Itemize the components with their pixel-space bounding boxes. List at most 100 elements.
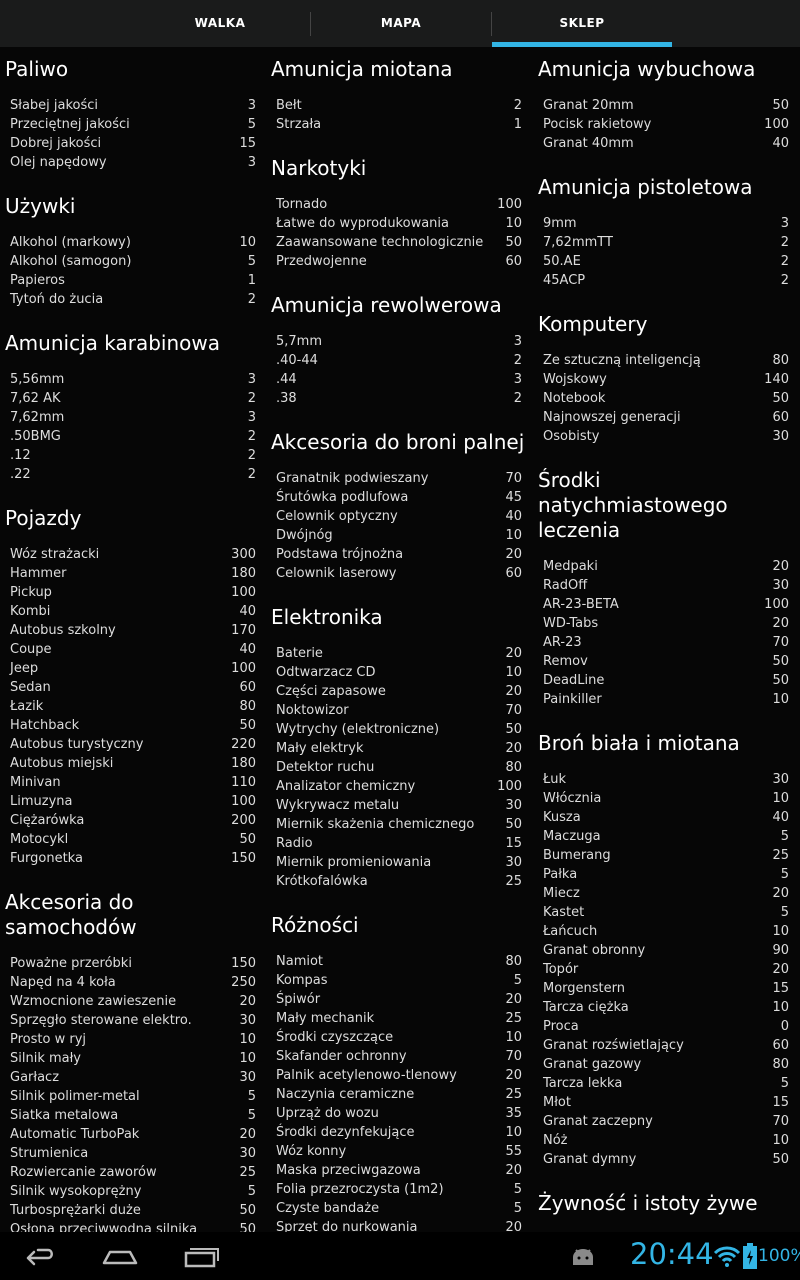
shop-item[interactable]: Sprzęt do nurkowania 20 xyxy=(266,1218,532,1232)
shop-item[interactable]: Najnowszej generacji 60 xyxy=(533,408,799,427)
shop-item[interactable]: Detektor ruchu 80 xyxy=(266,758,532,777)
shop-item[interactable]: Motocykl 50 xyxy=(0,830,266,849)
shop-item[interactable]: Minivan 110 xyxy=(0,773,266,792)
shop-item[interactable]: Prosto w ryj 10 xyxy=(0,1030,266,1049)
shop-item[interactable]: Kusza 40 xyxy=(533,808,799,827)
shop-item[interactable]: WD-Tabs 20 xyxy=(533,614,799,633)
shop-item[interactable]: Analizator chemiczny 100 xyxy=(266,777,532,796)
shop-item[interactable]: .40-44 2 xyxy=(266,351,532,370)
shop-item[interactable]: .12 2 xyxy=(0,446,266,465)
shop-item[interactable]: Odtwarzacz CD 10 xyxy=(266,663,532,682)
shop-item[interactable]: Śrutówka podlufowa 45 xyxy=(266,488,532,507)
shop-item[interactable]: Przeciętnej jakości 5 xyxy=(0,115,266,134)
shop-item[interactable]: Granat rozświetlający 60 xyxy=(533,1036,799,1055)
shop-item[interactable]: Olej napędowy 3 xyxy=(0,153,266,172)
shop-item[interactable]: Garłacz 30 xyxy=(0,1068,266,1087)
shop-item[interactable]: Łazik 80 xyxy=(0,697,266,716)
tab-walka[interactable]: WALKA xyxy=(130,0,310,47)
tab-mapa[interactable]: MAPA xyxy=(311,0,491,47)
shop-item[interactable]: Hatchback 50 xyxy=(0,716,266,735)
shop-item[interactable]: Granat 40mm 40 xyxy=(533,134,799,153)
shop-item[interactable]: Morgenstern 15 xyxy=(533,979,799,998)
shop-item[interactable]: Młot 15 xyxy=(533,1093,799,1112)
shop-item[interactable]: Pocisk rakietowy 100 xyxy=(533,115,799,134)
shop-item[interactable]: Napęd na 4 koła 250 xyxy=(0,973,266,992)
shop-item[interactable]: Jeep 100 xyxy=(0,659,266,678)
shop-item[interactable]: Siatka metalowa 5 xyxy=(0,1106,266,1125)
shop-item[interactable]: Ciężarówka 200 xyxy=(0,811,266,830)
status-area[interactable]: 20:44 100% xyxy=(560,1232,800,1280)
shop-item[interactable]: Miernik promieniowania 30 xyxy=(266,853,532,872)
shop-item[interactable]: Uprząż do wozu 35 xyxy=(266,1104,532,1123)
shop-item[interactable]: Słabej jakości 3 xyxy=(0,96,266,115)
shop-item[interactable]: Bełt 2 xyxy=(266,96,532,115)
shop-item[interactable]: 5,7mm 3 xyxy=(266,332,532,351)
shop-item[interactable]: Śpiwór 20 xyxy=(266,990,532,1009)
shop-item[interactable]: Łatwe do wyprodukowania 10 xyxy=(266,214,532,233)
shop-content[interactable]: Paliwo Słabej jakości 3 Przeciętnej jakości… xyxy=(0,47,800,1232)
shop-item[interactable]: Granat dymny 50 xyxy=(533,1150,799,1169)
shop-item[interactable]: Papieros 1 xyxy=(0,271,266,290)
shop-item[interactable]: Kombi 40 xyxy=(0,602,266,621)
shop-item[interactable]: Celownik optyczny 40 xyxy=(266,507,532,526)
shop-item[interactable]: .50BMG 2 xyxy=(0,427,266,446)
shop-item[interactable]: AR-23-BETA 100 xyxy=(533,595,799,614)
shop-item[interactable]: Łuk 30 xyxy=(533,770,799,789)
shop-item[interactable]: Tytoń do żucia 2 xyxy=(0,290,266,309)
recent-apps-button[interactable] xyxy=(160,1232,240,1280)
shop-item[interactable]: Pickup 100 xyxy=(0,583,266,602)
back-button[interactable] xyxy=(0,1232,80,1280)
shop-item[interactable]: Silnik mały 10 xyxy=(0,1049,266,1068)
shop-item[interactable]: DeadLine 50 xyxy=(533,671,799,690)
shop-item[interactable]: Furgonetka 150 xyxy=(0,849,266,868)
shop-item[interactable]: Łańcuch 10 xyxy=(533,922,799,941)
shop-item[interactable]: Granat 20mm 50 xyxy=(533,96,799,115)
shop-item[interactable]: 7,62mmTT 2 xyxy=(533,233,799,252)
shop-item[interactable]: .22 2 xyxy=(0,465,266,484)
shop-item[interactable]: 9mm 3 xyxy=(533,214,799,233)
shop-item[interactable]: Poważne przeróbki 150 xyxy=(0,954,266,973)
shop-item[interactable]: Wóz strażacki 300 xyxy=(0,545,266,564)
shop-item[interactable]: Osobisty 30 xyxy=(533,427,799,446)
shop-item[interactable]: Naczynia ceramiczne 25 xyxy=(266,1085,532,1104)
shop-item[interactable]: Sprzęgło sterowane elektro. 30 xyxy=(0,1011,266,1030)
shop-item[interactable]: Mały elektryk 20 xyxy=(266,739,532,758)
shop-item[interactable]: Środki dezynfekujące 10 xyxy=(266,1123,532,1142)
tab-sklep[interactable]: SKLEP xyxy=(492,0,672,47)
shop-item[interactable]: Palnik acetylenowo-tlenowy 20 xyxy=(266,1066,532,1085)
shop-item[interactable]: 7,62mm 3 xyxy=(0,408,266,427)
shop-item[interactable]: Dwójnóg 10 xyxy=(266,526,532,545)
shop-item[interactable]: Alkohol (samogon) 5 xyxy=(0,252,266,271)
shop-item[interactable]: Kompas 5 xyxy=(266,971,532,990)
shop-item[interactable]: Wóz konny 55 xyxy=(266,1142,532,1161)
shop-item[interactable]: Autobus szkolny 170 xyxy=(0,621,266,640)
shop-item[interactable]: Wykrywacz metalu 30 xyxy=(266,796,532,815)
shop-item[interactable]: 7,62 AK 2 xyxy=(0,389,266,408)
shop-item[interactable]: Krótkofalówka 25 xyxy=(266,872,532,891)
shop-item[interactable]: Namiot 80 xyxy=(266,952,532,971)
shop-item[interactable]: Czyste bandaże 5 xyxy=(266,1199,532,1218)
shop-item[interactable]: Kastet 5 xyxy=(533,903,799,922)
shop-item[interactable]: Topór 20 xyxy=(533,960,799,979)
shop-item[interactable]: Części zapasowe 20 xyxy=(266,682,532,701)
shop-item[interactable]: Granatnik podwieszany 70 xyxy=(266,469,532,488)
shop-item[interactable]: Tarcza ciężka 10 xyxy=(533,998,799,1017)
shop-item[interactable]: Wojskowy 140 xyxy=(533,370,799,389)
shop-item[interactable]: Celownik laserowy 60 xyxy=(266,564,532,583)
shop-item[interactable]: Nóż 10 xyxy=(533,1131,799,1150)
shop-item[interactable]: Zaawansowane technologicznie 50 xyxy=(266,233,532,252)
shop-item[interactable]: Skafander ochronny 70 xyxy=(266,1047,532,1066)
shop-item[interactable]: Granat obronny 90 xyxy=(533,941,799,960)
shop-item[interactable]: Osłona przeciwwodna silnika 50 xyxy=(0,1220,266,1232)
shop-item[interactable]: Rozwiercanie zaworów 25 xyxy=(0,1163,266,1182)
shop-item[interactable]: Silnik wysokoprężny 5 xyxy=(0,1182,266,1201)
shop-item[interactable]: Granat gazowy 80 xyxy=(533,1055,799,1074)
shop-item[interactable]: Hammer 180 xyxy=(0,564,266,583)
shop-item[interactable]: 5,56mm 3 xyxy=(0,370,266,389)
shop-item[interactable]: Miecz 20 xyxy=(533,884,799,903)
shop-item[interactable]: Miernik skażenia chemicznego 50 xyxy=(266,815,532,834)
shop-item[interactable]: Autobus miejski 180 xyxy=(0,754,266,773)
shop-item[interactable]: Limuzyna 100 xyxy=(0,792,266,811)
shop-item[interactable]: Maczuga 5 xyxy=(533,827,799,846)
shop-item[interactable]: Dobrej jakości 15 xyxy=(0,134,266,153)
